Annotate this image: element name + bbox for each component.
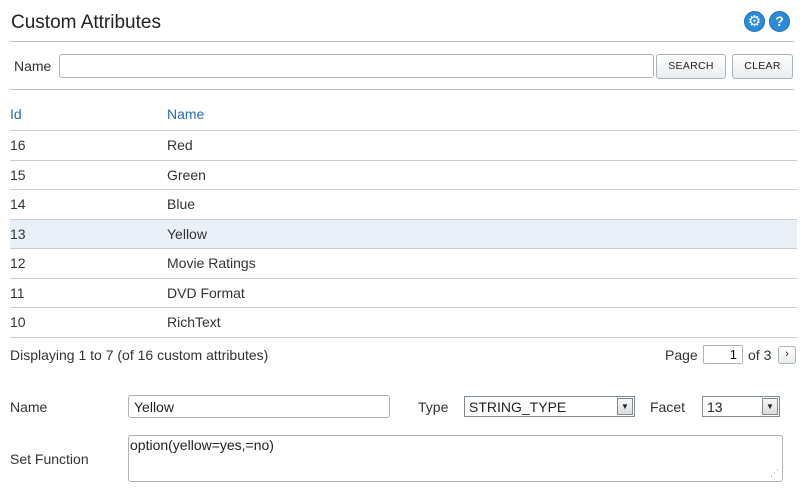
clear-button[interactable]: CLEAR [732, 54, 793, 79]
search-label: Name [14, 58, 52, 74]
cell-name: Movie Ratings [167, 255, 256, 271]
page-label: Page [665, 347, 698, 363]
help-icon[interactable]: ? [769, 11, 790, 32]
cell-id: 14 [10, 196, 26, 212]
facet-label: Facet [650, 399, 686, 415]
dropdown-arrow-icon[interactable]: ▼ [762, 398, 778, 415]
cell-name: DVD Format [167, 284, 245, 301]
cell-id: 10 [10, 314, 26, 330]
gear-icon[interactable]: ⚙ [744, 11, 765, 32]
cell-id: 12 [10, 255, 26, 271]
table-row[interactable]: 11 DVD Format [10, 279, 797, 308]
cell-id: 11 [10, 284, 25, 301]
resize-grip-icon[interactable]: ⋰ [770, 469, 779, 478]
cell-name: Green [167, 166, 206, 183]
cell-name: Red [167, 137, 193, 153]
next-page-button[interactable]: › [778, 346, 796, 364]
attributes-table: Id Name 16 Red 15 Green 14 Blue 13 Yello… [10, 99, 797, 338]
page-count: of 3 [748, 347, 772, 363]
cell-name: Blue [167, 196, 196, 212]
cell-name: Yellow [167, 225, 207, 242]
type-select-value: STRING_TYPE [469, 399, 567, 415]
pagination-bar: Displaying 1 to 7 (of 16 custom attribut… [10, 345, 797, 367]
search-bar: Name SEARCH CLEAR [10, 42, 794, 90]
type-label: Type [418, 399, 449, 415]
set-function-textarea[interactable]: option(yellow=yes,=no) [128, 435, 783, 482]
page-header: Custom Attributes ⚙ ? [10, 0, 794, 42]
facet-select-value: 13 [707, 399, 723, 415]
table-row[interactable]: 15 Green [10, 161, 797, 190]
page-number-input[interactable] [703, 345, 743, 364]
pagination-info: Displaying 1 to 7 (of 16 custom attribut… [10, 347, 269, 363]
facet-select[interactable]: 13 ▼ [702, 396, 780, 417]
cell-id: 16 [10, 137, 26, 153]
search-button[interactable]: SEARCH [656, 54, 726, 79]
search-input[interactable] [59, 54, 654, 78]
table-row[interactable]: 16 Red [10, 131, 797, 161]
name-label: Name [10, 399, 48, 415]
table-row[interactable]: 14 Blue [10, 190, 797, 220]
page-title: Custom Attributes [11, 12, 161, 33]
table-row[interactable]: 10 RichText [10, 308, 797, 338]
table-row-selected[interactable]: 13 Yellow [10, 219, 797, 249]
column-header-name[interactable]: Name [167, 106, 204, 122]
cell-id: 15 [10, 166, 26, 183]
table-row[interactable]: 12 Movie Ratings [10, 249, 797, 279]
set-function-label: Set Function [10, 451, 89, 467]
dropdown-arrow-icon[interactable]: ▼ [617, 398, 633, 415]
column-header-id[interactable]: Id [10, 106, 22, 122]
cell-name: RichText [167, 314, 221, 330]
type-select[interactable]: STRING_TYPE ▼ [464, 396, 635, 417]
cell-id: 13 [10, 225, 26, 242]
table-header: Id Name [10, 99, 797, 131]
name-field[interactable] [128, 395, 390, 418]
